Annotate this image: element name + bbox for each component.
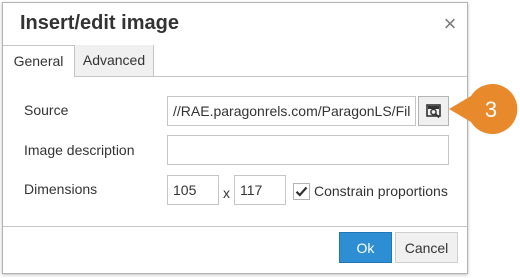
close-icon[interactable]: × (440, 13, 460, 35)
tab-bar: General Advanced (3, 45, 467, 77)
height-input[interactable]: 117 (234, 175, 286, 205)
canvas: Insert/edit image × General Advanced Sou… (0, 0, 520, 278)
dimension-separator: x (223, 185, 230, 201)
step-callout: 3 (449, 84, 518, 134)
browse-button[interactable] (418, 96, 449, 126)
dialog-title: Insert/edit image (20, 12, 179, 34)
tab-general[interactable]: General (3, 45, 75, 77)
cancel-button[interactable]: Cancel (395, 232, 458, 263)
constrain-proportions-label: Constrain proportions (314, 183, 448, 199)
width-input[interactable]: 105 (167, 175, 219, 205)
dimensions-label: Dimensions (24, 181, 98, 197)
constrain-proportions-checkbox[interactable] (293, 183, 310, 200)
source-label: Source (24, 102, 69, 118)
image-description-input[interactable] (167, 135, 449, 165)
ok-button[interactable]: Ok (339, 232, 392, 263)
image-browse-icon (426, 104, 441, 119)
image-description-label: Image description (24, 142, 135, 158)
tab-advanced[interactable]: Advanced (75, 45, 154, 76)
step-number: 3 (485, 97, 497, 122)
source-input[interactable]: //RAE.paragonrels.com/ParagonLS/Fil (167, 96, 416, 126)
checkmark-icon (295, 186, 308, 197)
